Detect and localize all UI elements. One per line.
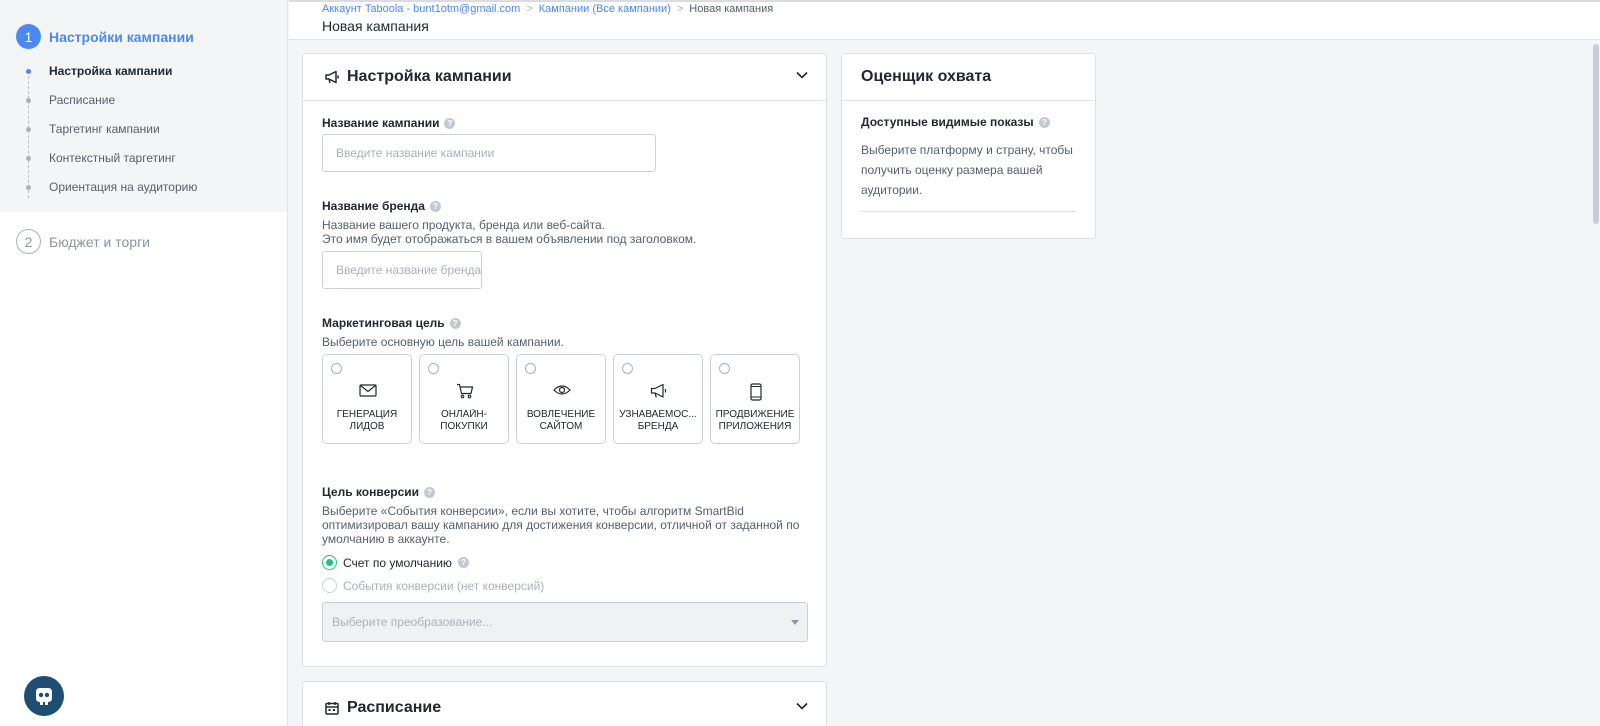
campaign-name-input[interactable] bbox=[322, 134, 656, 172]
sub-step-dot bbox=[26, 98, 31, 103]
brand-name-input[interactable] bbox=[322, 251, 482, 289]
breadcrumb: Аккаунт Taboola - bunt1otm@gmail.com > К… bbox=[322, 3, 773, 15]
marketing-goal-label: Маркетинговая цель ? bbox=[322, 316, 461, 330]
divider bbox=[861, 211, 1076, 212]
breadcrumb-campaigns[interactable]: Кампании (Все кампании) bbox=[539, 3, 671, 15]
campaign-setup-card: Настройка кампании Название кампании ? Н… bbox=[302, 53, 827, 667]
campaign-setup-title: Настройка кампании bbox=[347, 68, 512, 85]
chat-button[interactable] bbox=[24, 676, 64, 716]
step-1-title[interactable]: Настройки кампании bbox=[49, 29, 194, 45]
chat-bot-icon bbox=[36, 688, 52, 705]
header: Аккаунт Taboola - bunt1otm@gmail.com > К… bbox=[289, 0, 1600, 40]
sidebar-item-contextual-targeting[interactable]: Контекстный таргетинг bbox=[49, 150, 176, 166]
step-1-section: 1 Настройки кампании Настройка кампании … bbox=[0, 0, 287, 212]
goal-option-label: Генерация лидов bbox=[336, 409, 398, 432]
page-title: Новая кампания bbox=[322, 18, 429, 34]
goal-radio[interactable] bbox=[719, 363, 730, 374]
sidebar-item-campaign-setup[interactable]: Настройка кампании bbox=[49, 63, 172, 79]
goal-option-label: Продвижение приложения bbox=[715, 409, 795, 432]
brand-name-description-2: Это имя будет отображаться в вашем объяв… bbox=[322, 232, 697, 246]
megaphone-icon bbox=[650, 383, 667, 398]
scrollbar[interactable] bbox=[1592, 40, 1600, 726]
conversion-goal-description: Выберите «События конверсии», если вы хо… bbox=[322, 504, 800, 546]
help-icon[interactable]: ? bbox=[444, 117, 456, 129]
schedule-card[interactable]: Расписание bbox=[302, 681, 827, 726]
envelope-icon bbox=[359, 384, 377, 397]
reach-estimator-title: Оценщик охвата bbox=[861, 68, 992, 85]
reach-estimator-description: Выберите платформу и страну, чтобы получ… bbox=[861, 143, 1073, 197]
reach-estimator-header: Оценщик охвата bbox=[842, 54, 1095, 101]
scrollbar-thumb[interactable] bbox=[1593, 44, 1599, 224]
available-impressions-text: Доступные видимые показы bbox=[861, 115, 1034, 129]
conversion-goal-label: Цель конверсии ? bbox=[322, 485, 435, 499]
radio-conversion-events: События конверсии (нет конверсий) bbox=[322, 578, 544, 593]
cart-icon bbox=[457, 383, 474, 399]
sidebar-item-campaign-targeting[interactable]: Таргетинг кампании bbox=[49, 121, 160, 137]
help-icon[interactable]: ? bbox=[457, 557, 469, 568]
goal-radio[interactable] bbox=[428, 363, 439, 374]
goal-option-site-engagement[interactable]: Вовлечение сайтом bbox=[516, 354, 606, 444]
eye-icon bbox=[553, 385, 571, 395]
chevron-down-icon[interactable] bbox=[796, 702, 808, 710]
available-impressions-label: Доступные видимые показы ? bbox=[861, 115, 1050, 129]
radio-button-selected[interactable] bbox=[322, 555, 337, 570]
sub-step-dot bbox=[26, 156, 31, 161]
sub-step-dot bbox=[26, 127, 31, 132]
brand-name-label: Название бренда ? bbox=[322, 199, 441, 213]
help-icon[interactable]: ? bbox=[449, 317, 461, 329]
calendar-icon bbox=[325, 702, 339, 715]
breadcrumb-account[interactable]: Аккаунт Taboola - bunt1otm@gmail.com bbox=[322, 3, 520, 15]
reach-estimator-card: Оценщик охвата Доступные видимые показы … bbox=[841, 53, 1096, 239]
sidebar: 1 Настройки кампании Настройка кампании … bbox=[0, 0, 288, 726]
goal-option-label: Онлайн-покупки bbox=[440, 409, 488, 432]
marketing-goal-description: Выберите основную цель вашей кампании. bbox=[322, 335, 564, 349]
goal-option-app-promotion[interactable]: Продвижение приложения bbox=[710, 354, 800, 444]
brand-name-label-text: Название бренда bbox=[322, 199, 425, 213]
breadcrumb-separator: > bbox=[526, 3, 533, 15]
sidebar-item-audience-targeting[interactable]: Ориентация на аудиторию bbox=[49, 179, 197, 195]
chevron-down-icon[interactable] bbox=[796, 71, 808, 79]
goal-radio[interactable] bbox=[622, 363, 633, 374]
sidebar-item-schedule[interactable]: Расписание bbox=[49, 92, 115, 108]
goal-option-label: Узнаваемос... бренда bbox=[619, 409, 697, 432]
goal-option-label: Вовлечение сайтом bbox=[526, 409, 596, 432]
conversion-goal-label-text: Цель конверсии bbox=[322, 485, 419, 499]
goal-option-online-purchases[interactable]: Онлайн-покупки bbox=[419, 354, 509, 444]
campaign-setup-header[interactable]: Настройка кампании bbox=[303, 54, 826, 101]
sub-step-dot bbox=[26, 69, 31, 74]
conversion-select: Выберите преобразование... bbox=[322, 602, 808, 642]
radio-button-disabled bbox=[322, 578, 337, 593]
conversion-select-placeholder: Выберите преобразование... bbox=[332, 615, 493, 629]
step-1-number: 1 bbox=[16, 24, 41, 49]
brand-name-description: Название вашего продукта, бренда или веб… bbox=[322, 218, 605, 232]
step-2-number: 2 bbox=[16, 229, 41, 254]
help-icon[interactable]: ? bbox=[429, 200, 441, 212]
breadcrumb-separator: > bbox=[676, 3, 684, 15]
schedule-title: Расписание bbox=[347, 699, 442, 716]
marketing-goal-label-text: Маркетинговая цель bbox=[322, 316, 445, 330]
sub-step-dot bbox=[26, 185, 31, 190]
goal-option-lead-generation[interactable]: Генерация лидов bbox=[322, 354, 412, 444]
goal-option-brand-awareness[interactable]: Узнаваемос... бренда bbox=[613, 354, 703, 444]
campaign-name-label-text: Название кампании bbox=[322, 116, 440, 130]
phone-icon bbox=[750, 383, 762, 401]
breadcrumb-current: Новая кампания bbox=[689, 3, 774, 15]
step-2-title[interactable]: Бюджет и торги bbox=[49, 234, 150, 250]
caret-down-icon bbox=[791, 620, 799, 625]
help-icon[interactable]: ? bbox=[424, 486, 435, 498]
goal-radio[interactable] bbox=[525, 363, 536, 374]
marketing-goal-options: Генерация лидов Онлайн-покупки Вовлечени… bbox=[322, 354, 800, 444]
campaign-name-label: Название кампании ? bbox=[322, 116, 456, 130]
megaphone-icon bbox=[325, 70, 339, 84]
radio-events-label: События конверсии (нет конверсий) bbox=[343, 578, 545, 593]
help-icon[interactable]: ? bbox=[1038, 116, 1050, 128]
radio-default-account[interactable]: Счет по умолчанию ? bbox=[322, 555, 469, 570]
goal-radio[interactable] bbox=[331, 363, 342, 374]
sub-steps-line bbox=[28, 76, 29, 198]
radio-default-label: Счет по умолчанию bbox=[343, 555, 452, 570]
